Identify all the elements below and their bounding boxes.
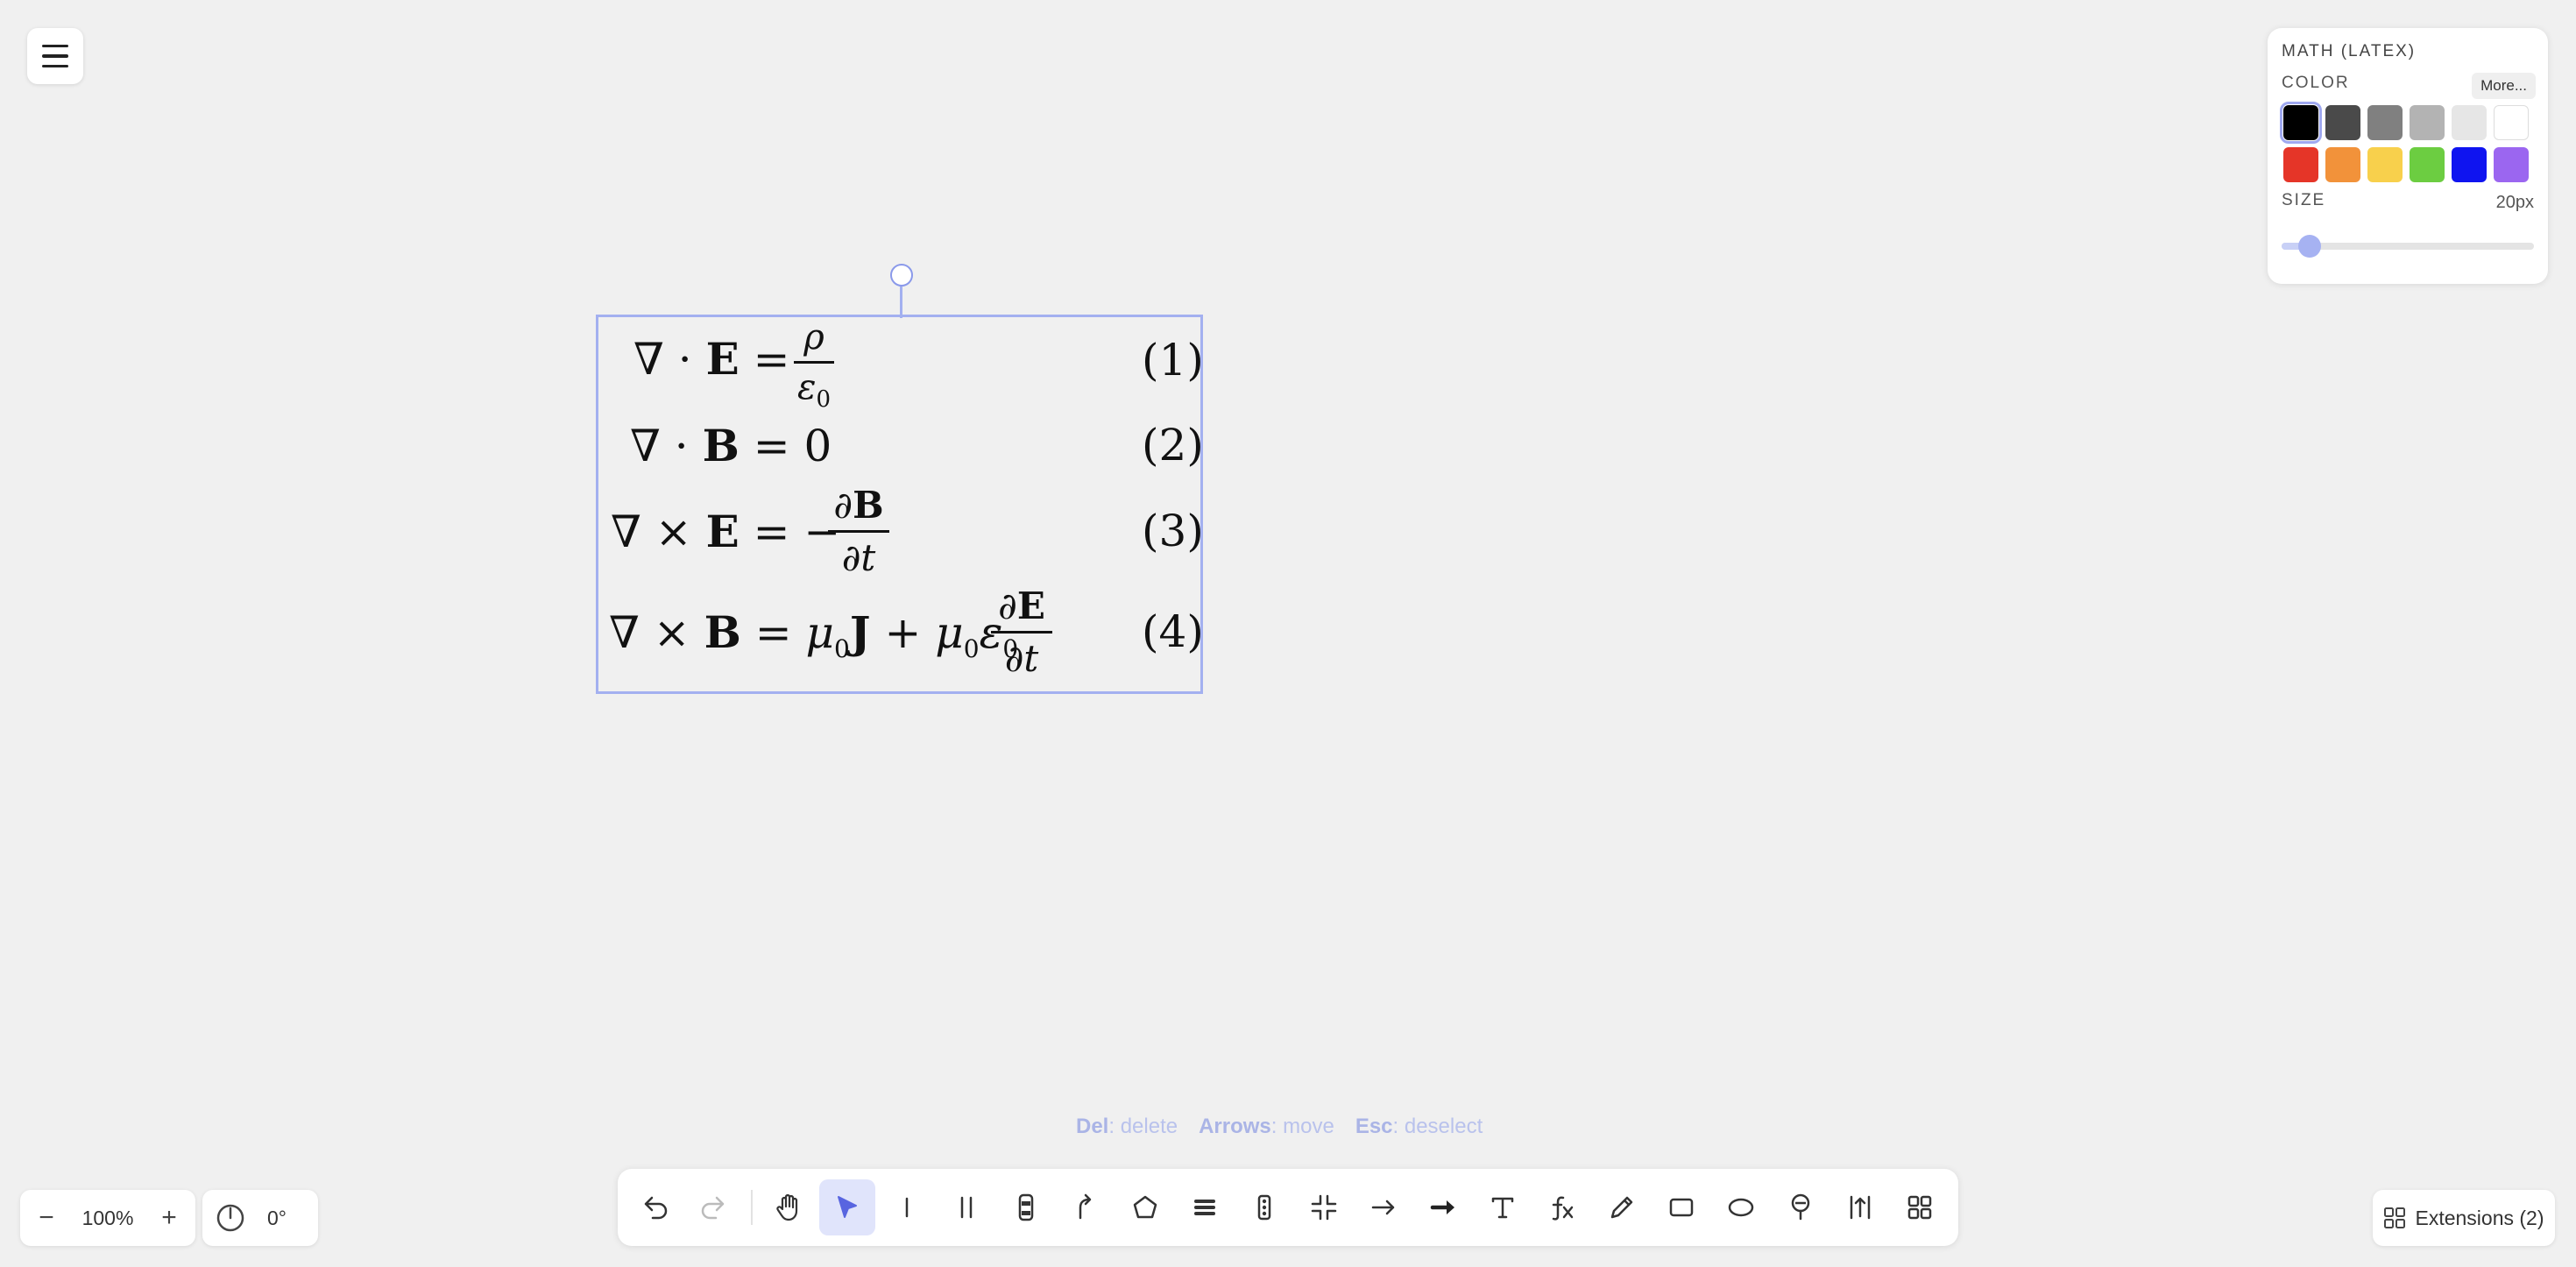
equation-4: ∇ × B = μ0J + μ0ε0 <box>609 606 1019 663</box>
redo-icon <box>701 1196 725 1220</box>
equation-2: ∇ · B = 0 <box>630 420 832 471</box>
keyboard-hint: Del: delete Arrows: move Esc: deselect <box>1076 1115 1483 1138</box>
color-swatch[interactable] <box>2452 147 2487 182</box>
curved-arrow-icon <box>1079 1193 1092 1220</box>
rotation-control[interactable]: 0° <box>202 1190 318 1246</box>
text-icon <box>1491 1197 1514 1219</box>
polygon-icon <box>1133 1195 1157 1219</box>
pin-tool[interactable] <box>1773 1179 1829 1235</box>
line-tool[interactable] <box>879 1179 935 1235</box>
color-swatch[interactable] <box>2410 105 2445 140</box>
measure-icon <box>1850 1195 1871 1220</box>
ellipse-icon <box>1728 1198 1754 1217</box>
hamburger-icon <box>42 44 68 48</box>
size-value: 20px <box>2495 193 2534 212</box>
equation-1: ∇ · E = <box>633 333 790 385</box>
zoom-level[interactable]: 100% <box>73 1190 143 1246</box>
color-swatch[interactable] <box>2367 147 2403 182</box>
size-slider-thumb[interactable] <box>2297 235 2321 258</box>
rectangle-icon <box>1669 1198 1694 1217</box>
traffic-light-icon <box>1257 1194 1271 1221</box>
extensions-button[interactable]: Extensions (2) <box>2373 1190 2555 1246</box>
curved-arrow-tool[interactable] <box>1058 1179 1114 1235</box>
undo-button[interactable] <box>626 1179 683 1235</box>
math-tool[interactable] <box>1534 1179 1590 1235</box>
polygon-tool[interactable] <box>1117 1179 1173 1235</box>
pencil-tool[interactable] <box>1594 1179 1650 1235</box>
measure-tool[interactable] <box>1832 1179 1888 1235</box>
function-icon <box>1552 1196 1574 1221</box>
car-icon <box>1018 1193 1034 1221</box>
text-tool[interactable] <box>1475 1179 1531 1235</box>
ellipse-tool[interactable] <box>1713 1179 1769 1235</box>
equation-1-fraction: ρ ε0 <box>794 317 834 413</box>
select-tool[interactable] <box>819 1179 875 1235</box>
line-icon <box>905 1197 909 1218</box>
color-swatch[interactable] <box>2452 105 2487 140</box>
extensions-label: Extensions (2) <box>2415 1206 2544 1229</box>
color-swatch[interactable] <box>2280 102 2322 144</box>
hand-icon <box>776 1193 798 1221</box>
rectangle-tool[interactable] <box>1653 1179 1709 1235</box>
size-slider[interactable] <box>2282 235 2534 258</box>
color-swatch[interactable] <box>2494 105 2529 140</box>
panel-title: MATH (LATEX) <box>2282 42 2417 60</box>
hand-tool[interactable] <box>761 1179 817 1235</box>
double-line-tool[interactable] <box>938 1179 994 1235</box>
math-element[interactable]: ∇ · E = ρ ε0 (1) ∇ · B = 0 (2) ∇ × E = −… <box>596 315 1204 694</box>
pin-icon <box>1791 1193 1810 1221</box>
grid-icon <box>1907 1195 1932 1220</box>
redo-button[interactable] <box>686 1179 742 1235</box>
compass-icon <box>216 1204 244 1232</box>
equation-number-4: (4) <box>1142 606 1204 657</box>
undo-icon <box>644 1196 668 1220</box>
color-swatch[interactable] <box>2325 147 2360 182</box>
toolbar-separator <box>751 1190 753 1225</box>
compress-icon <box>1311 1194 1337 1221</box>
equation-4-fraction: ∂E ∂t <box>991 584 1052 680</box>
style-panel: MATH (LATEX) COLOR More... SIZE 20px <box>2268 28 2548 284</box>
color-swatch[interactable] <box>2367 105 2403 140</box>
equation-number-3: (3) <box>1142 506 1204 556</box>
zoom-out-button[interactable]: − <box>20 1190 73 1246</box>
rotate-handle[interactable] <box>890 264 913 287</box>
thick-lines-icon <box>1194 1200 1215 1215</box>
rotate-line <box>900 287 902 318</box>
pencil-icon <box>1610 1196 1633 1219</box>
toolbar <box>618 1169 1958 1246</box>
equation-number-2: (2) <box>1142 420 1204 471</box>
rotation-value: 0° <box>267 1207 287 1229</box>
bold-arrow-icon <box>1430 1200 1454 1214</box>
car-tool[interactable] <box>998 1179 1054 1235</box>
color-swatch[interactable] <box>2325 105 2360 140</box>
bold-arrow-tool[interactable] <box>1415 1179 1471 1235</box>
zoom-controls: − 100% + <box>20 1190 195 1246</box>
color-swatch[interactable] <box>2494 147 2529 182</box>
compress-tool[interactable] <box>1296 1179 1352 1235</box>
cursor-icon <box>838 1196 857 1218</box>
thick-lines-tool[interactable] <box>1177 1179 1233 1235</box>
traffic-light-tool[interactable] <box>1236 1179 1292 1235</box>
equation-3: ∇ × E = − <box>611 506 841 557</box>
color-swatch[interactable] <box>2410 147 2445 182</box>
more-colors-button[interactable]: More... <box>2472 73 2536 99</box>
equation-3-fraction: ∂B ∂t <box>828 484 889 579</box>
color-label: COLOR <box>2282 74 2350 92</box>
extensions-icon <box>2384 1207 2406 1228</box>
equation-number-1: (1) <box>1142 335 1204 386</box>
size-label: SIZE <box>2282 191 2326 209</box>
arrow-tool[interactable] <box>1355 1179 1412 1235</box>
double-line-icon <box>960 1196 973 1219</box>
more-tools-button[interactable] <box>1892 1179 1948 1235</box>
arrow-right-icon <box>1371 1200 1395 1215</box>
menu-button[interactable] <box>27 28 83 84</box>
zoom-in-button[interactable]: + <box>143 1190 195 1246</box>
color-swatch[interactable] <box>2283 147 2318 182</box>
